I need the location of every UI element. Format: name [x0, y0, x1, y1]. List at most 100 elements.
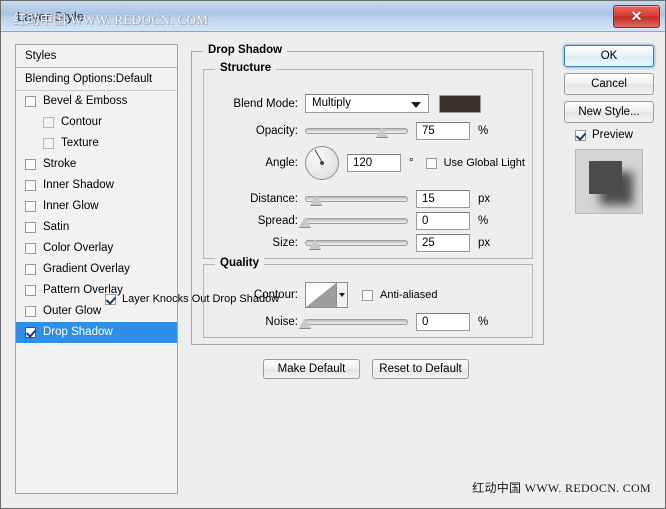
styles-panel: Styles Blending Options:Default Bevel & …: [15, 44, 178, 494]
reset-to-default-button[interactable]: Reset to Default: [372, 359, 469, 379]
size-unit: px: [478, 237, 491, 249]
close-button[interactable]: ✕: [613, 5, 660, 28]
style-row-label: Drop Shadow: [43, 326, 113, 338]
blend-mode-row: Blend Mode: Multiply: [218, 94, 518, 113]
size-input[interactable]: 25: [416, 234, 470, 252]
style-checkbox[interactable]: [25, 243, 36, 254]
footer-watermark: 红动中国 WWW. REDOCN. COM: [472, 481, 651, 495]
opacity-slider-thumb[interactable]: [376, 127, 389, 137]
style-checkbox[interactable]: [43, 138, 54, 149]
style-row[interactable]: Gradient Overlay: [16, 259, 177, 280]
contour-dropdown-arrow-icon[interactable]: [337, 283, 347, 307]
style-checkbox[interactable]: [43, 117, 54, 128]
preview-toggle[interactable]: Preview: [564, 129, 654, 141]
distance-slider-thumb[interactable]: [310, 195, 323, 205]
layer-knocks-out-checkbox[interactable]: [105, 293, 116, 305]
size-slider-thumb[interactable]: [309, 239, 322, 249]
size-slider[interactable]: [305, 236, 408, 250]
style-row-label: Contour: [61, 116, 102, 128]
anti-aliased-toggle[interactable]: Anti-aliased: [362, 289, 437, 301]
style-checkbox[interactable]: [25, 96, 36, 107]
close-icon: ✕: [630, 8, 643, 24]
noise-unit: %: [478, 316, 489, 328]
spread-row: Spread: 0 %: [218, 212, 488, 230]
structure-group: Structure Blend Mode: Multiply Opacity: …: [203, 62, 533, 259]
noise-slider[interactable]: [299, 315, 408, 329]
noise-input[interactable]: 0: [416, 313, 470, 331]
style-checkbox[interactable]: [25, 264, 36, 275]
style-row[interactable]: Color Overlay: [16, 238, 177, 259]
spread-slider[interactable]: [299, 214, 408, 228]
structure-group-title: Structure: [215, 62, 277, 74]
spread-input[interactable]: 0: [416, 212, 470, 230]
make-default-button[interactable]: Make Default: [263, 359, 360, 379]
style-checkbox[interactable]: [25, 222, 36, 233]
noise-row: Noise: 0 %: [218, 313, 488, 331]
styles-header: Styles: [16, 45, 177, 68]
default-buttons: Make Default Reset to Default: [263, 359, 469, 379]
contour-curve-icon: [306, 283, 337, 307]
style-row-label: Color Overlay: [43, 242, 114, 254]
anti-aliased-checkbox[interactable]: [362, 289, 373, 301]
cancel-button[interactable]: Cancel: [564, 73, 654, 95]
drop-shadow-group-title: Drop Shadow: [203, 44, 288, 56]
opacity-slider-track: [305, 128, 408, 134]
ok-button[interactable]: OK: [564, 45, 654, 67]
style-row[interactable]: Contour: [16, 112, 177, 133]
style-checkbox[interactable]: [25, 285, 36, 296]
style-checkbox[interactable]: [25, 306, 36, 317]
opacity-slider[interactable]: [305, 124, 408, 138]
style-row-label: Inner Glow: [43, 200, 99, 212]
style-checkbox[interactable]: [25, 180, 36, 191]
shadow-color-swatch[interactable]: [439, 94, 481, 113]
opacity-input[interactable]: 75: [416, 122, 470, 140]
styles-list: Bevel & Emboss Contour Texture Stroke Inner …: [16, 91, 177, 343]
anti-aliased-label: Anti-aliased: [380, 289, 438, 301]
style-row-label: Texture: [61, 137, 99, 149]
style-row-label: Inner Shadow: [43, 179, 114, 191]
style-row[interactable]: Drop Shadow: [16, 322, 177, 343]
title-watermark: 红动中国 WWW. REDOCN. COM: [13, 12, 209, 27]
spread-unit: %: [478, 215, 489, 227]
style-row[interactable]: Inner Shadow: [16, 175, 177, 196]
style-row[interactable]: Bevel & Emboss: [16, 91, 177, 112]
blend-mode-select[interactable]: Multiply: [305, 94, 429, 113]
opacity-row: Opacity: 75 %: [218, 122, 488, 140]
angle-label: Angle:: [265, 157, 298, 169]
spread-slider-thumb[interactable]: [299, 217, 311, 227]
style-row[interactable]: Texture: [16, 133, 177, 154]
layer-style-dialog: Layer Style 红动中国 WWW. REDOCN. COM ✕ Styl…: [0, 0, 666, 509]
use-global-light-checkbox[interactable]: [425, 157, 437, 169]
style-checkbox[interactable]: [25, 327, 36, 338]
new-style-button[interactable]: New Style...: [564, 101, 654, 123]
preview-thumbnail: [575, 149, 643, 214]
preview-shadow-sample: [589, 161, 622, 194]
style-row-label: Bevel & Emboss: [43, 95, 128, 107]
noise-slider-thumb[interactable]: [299, 318, 311, 328]
angle-dial[interactable]: [305, 146, 339, 180]
angle-input[interactable]: 120: [347, 154, 401, 172]
preview-label: Preview: [592, 129, 633, 141]
angle-dial-center: [320, 161, 324, 165]
style-checkbox[interactable]: [25, 159, 36, 170]
style-row-label: Satin: [43, 221, 70, 233]
blending-options-row[interactable]: Blending Options:Default: [16, 68, 177, 91]
style-checkbox[interactable]: [25, 201, 36, 212]
blend-mode-value: Multiply: [312, 97, 351, 109]
opacity-label: Opacity:: [255, 125, 298, 137]
style-row[interactable]: Inner Glow: [16, 196, 177, 217]
style-row[interactable]: Stroke: [16, 154, 177, 175]
layer-knocks-out-toggle[interactable]: Layer Knocks Out Drop Shadow: [105, 293, 279, 305]
style-row-label: Outer Glow: [43, 305, 102, 317]
contour-picker[interactable]: [305, 282, 348, 308]
distance-slider[interactable]: [305, 192, 408, 206]
blend-mode-label: Blend Mode:: [233, 97, 298, 110]
angle-unit: °: [409, 157, 414, 169]
use-global-light-toggle[interactable]: Use Global Light: [425, 157, 525, 169]
spread-slider-track: [305, 218, 408, 224]
noise-label: Noise:: [265, 316, 298, 328]
noise-slider-track: [305, 319, 408, 325]
style-row[interactable]: Satin: [16, 217, 177, 238]
preview-checkbox[interactable]: [575, 129, 586, 141]
distance-input[interactable]: 15: [416, 190, 470, 208]
